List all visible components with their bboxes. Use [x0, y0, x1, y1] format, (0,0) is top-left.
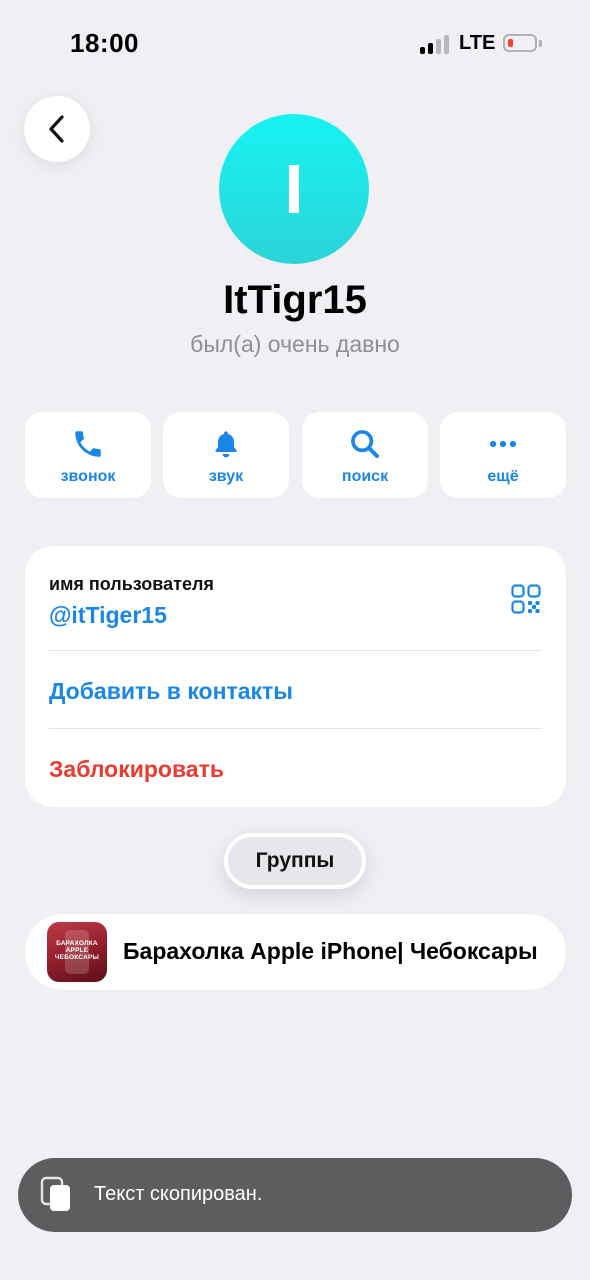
divider	[49, 650, 542, 651]
username-link[interactable]: @itTiger15	[49, 602, 167, 629]
last-seen-status: был(а) очень давно	[190, 331, 400, 357]
group-thumbnail: БАРАХОЛКА APPLE ЧЕБОКСАРЫ	[47, 922, 107, 982]
more-icon	[489, 440, 517, 448]
group-title: Барахолка Apple iPhone| Чебоксары	[123, 938, 538, 964]
groups-tab[interactable]: Группы	[224, 833, 366, 889]
sound-button[interactable]: звук	[163, 412, 289, 498]
phone-icon	[75, 431, 101, 457]
username-caption: имя пользователя	[49, 574, 214, 594]
search-button-label: поиск	[341, 468, 389, 485]
back-button[interactable]	[24, 96, 90, 162]
profile-name: ItTigr15	[223, 278, 367, 322]
copy-icon	[40, 1176, 70, 1211]
chevron-left-icon	[49, 115, 64, 143]
more-button[interactable]: ещё	[440, 412, 566, 498]
battery-level	[508, 39, 513, 47]
battery-cap	[539, 40, 542, 47]
sound-button-label: звук	[208, 468, 244, 485]
status-time: 18:00	[70, 28, 139, 58]
group-list-item[interactable]: БАРАХОЛКА APPLE ЧЕБОКСАРЫ Барахолка Appl…	[25, 914, 566, 990]
add-contact-button[interactable]: Добавить в контакты	[49, 678, 293, 705]
avatar-initial: I	[284, 150, 304, 228]
call-button[interactable]: звонок	[25, 412, 151, 498]
toast-notification: Текст скопирован.	[18, 1158, 572, 1232]
avatar[interactable]: I	[219, 114, 369, 264]
block-user-button[interactable]: Заблокировать	[49, 756, 224, 783]
network-type: LTE	[459, 32, 496, 54]
cellular-signal-icon	[420, 34, 452, 54]
search-icon	[351, 430, 380, 459]
group-thumbnail-text: БАРАХОЛКА APPLE ЧЕБОКСАРЫ	[54, 940, 100, 961]
more-button-label: ещё	[487, 468, 519, 485]
bell-icon	[215, 431, 237, 458]
call-button-label: звонок	[60, 468, 116, 485]
search-button[interactable]: поиск	[302, 412, 428, 498]
toast-text: Текст скопирован.	[94, 1183, 263, 1205]
qr-code-icon[interactable]	[511, 584, 541, 614]
divider	[49, 728, 542, 729]
status-bar: 18:00 LTE	[0, 0, 590, 90]
info-card: имя пользователя @itTiger15 Добавить в к…	[25, 546, 566, 807]
battery-icon	[503, 34, 537, 52]
